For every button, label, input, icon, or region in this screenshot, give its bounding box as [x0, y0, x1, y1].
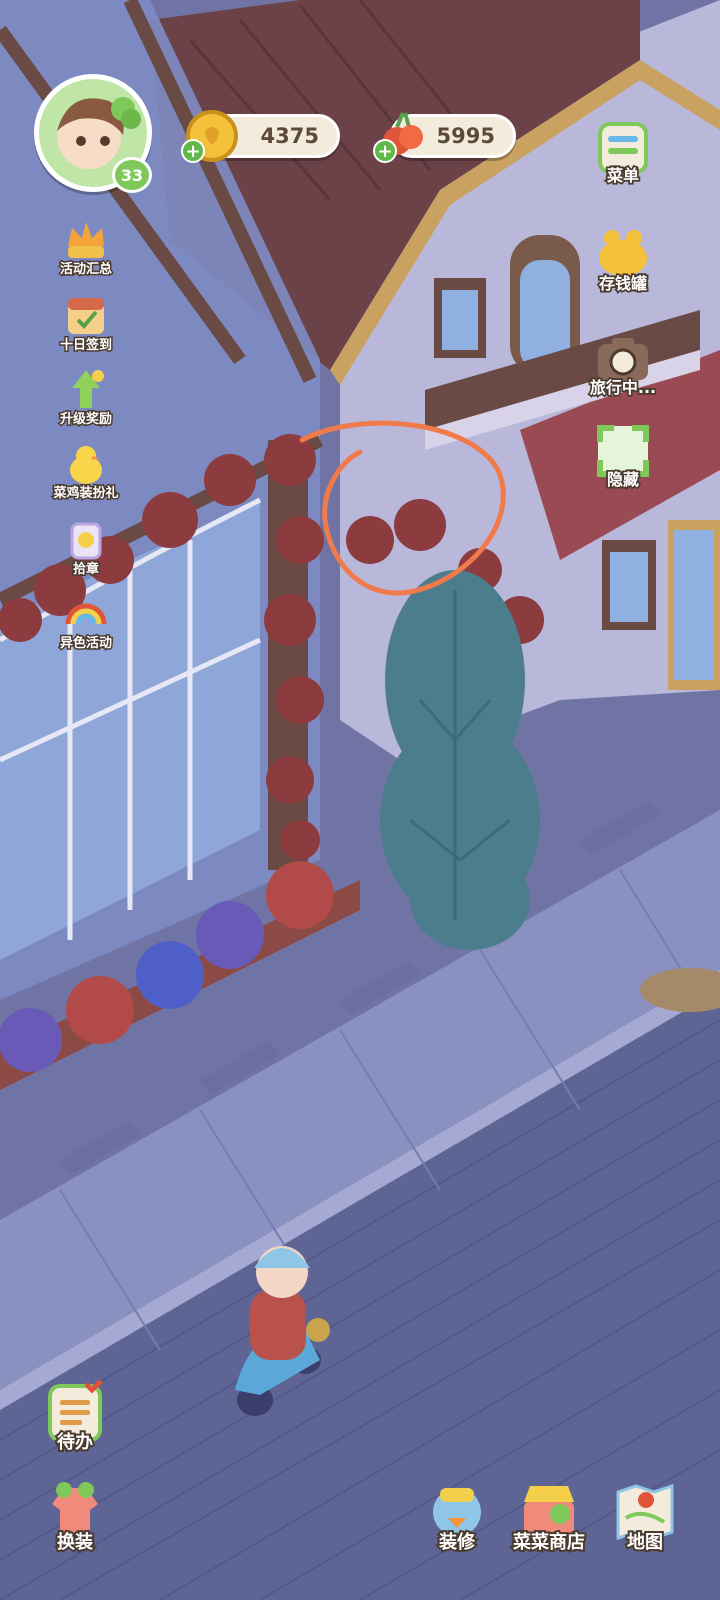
todo-label: 待办	[55, 1430, 95, 1455]
event-summary-label: 活动汇总	[58, 261, 113, 279]
decorate-label: 装修	[437, 1530, 477, 1555]
todo-button[interactable]: 待办	[36, 1378, 114, 1462]
badge-collect-label: 拾章	[71, 561, 100, 579]
piggy-bank-button[interactable]: 存钱罐	[588, 224, 658, 304]
travel-button[interactable]: 旅行中...	[588, 328, 658, 408]
travel-label: 旅行中...	[588, 376, 658, 399]
rainbow-event-label: 异色活动	[58, 635, 113, 653]
ten-day-checkin-icon	[68, 298, 104, 334]
add-veggies-button[interactable]: +	[373, 139, 397, 163]
chick-outfit-gift-label: 菜鸡装扮礼	[52, 485, 120, 503]
ten-day-checkin-button[interactable]: 十日签到	[50, 292, 122, 364]
rainbow-event-button[interactable]: 异色活动	[50, 590, 122, 662]
badge-collect-icon	[70, 522, 102, 560]
event-summary-icon	[68, 222, 104, 258]
rainbow-event-icon	[65, 603, 107, 625]
chick-outfit-gift-icon	[70, 446, 102, 484]
hide-ui-button[interactable]: 隐藏	[588, 420, 658, 500]
chick-outfit-gift-button[interactable]: 菜鸡装扮礼	[50, 440, 122, 512]
level-up-reward-icon	[72, 370, 104, 408]
event-summary-button[interactable]: 活动汇总	[50, 216, 122, 288]
menu-label: 菜单	[605, 164, 641, 187]
decorate-button[interactable]: 装修	[418, 1478, 496, 1562]
menu-button[interactable]: 菜单	[588, 116, 658, 196]
hide-ui-label: 隐藏	[605, 468, 641, 491]
coin-counter[interactable]: 4375 +	[181, 110, 340, 163]
wardrobe-label: 换装	[55, 1530, 95, 1555]
arch-post	[268, 440, 308, 870]
level-badge: 33	[112, 157, 152, 193]
ten-day-checkin-label: 十日签到	[58, 337, 113, 355]
level-up-reward-label: 升级奖励	[58, 411, 113, 429]
badge-collect-button[interactable]: 拾章	[50, 516, 122, 588]
piggy-bank-label: 存钱罐	[597, 272, 649, 295]
veggie-value: 5995	[436, 124, 495, 148]
level-up-reward-button[interactable]: 升级奖励	[50, 366, 122, 438]
map-label: 地图	[625, 1530, 665, 1555]
add-coins-button[interactable]: +	[181, 139, 205, 163]
wardrobe-button[interactable]: 换装	[36, 1478, 114, 1562]
shop-label: 菜菜商店	[511, 1530, 587, 1555]
veggie-counter[interactable]: 5995 +	[373, 112, 516, 163]
shop-button[interactable]: 菜菜商店	[510, 1478, 588, 1562]
coin-value: 4375	[260, 124, 319, 148]
map-button[interactable]: 地图	[606, 1478, 684, 1562]
